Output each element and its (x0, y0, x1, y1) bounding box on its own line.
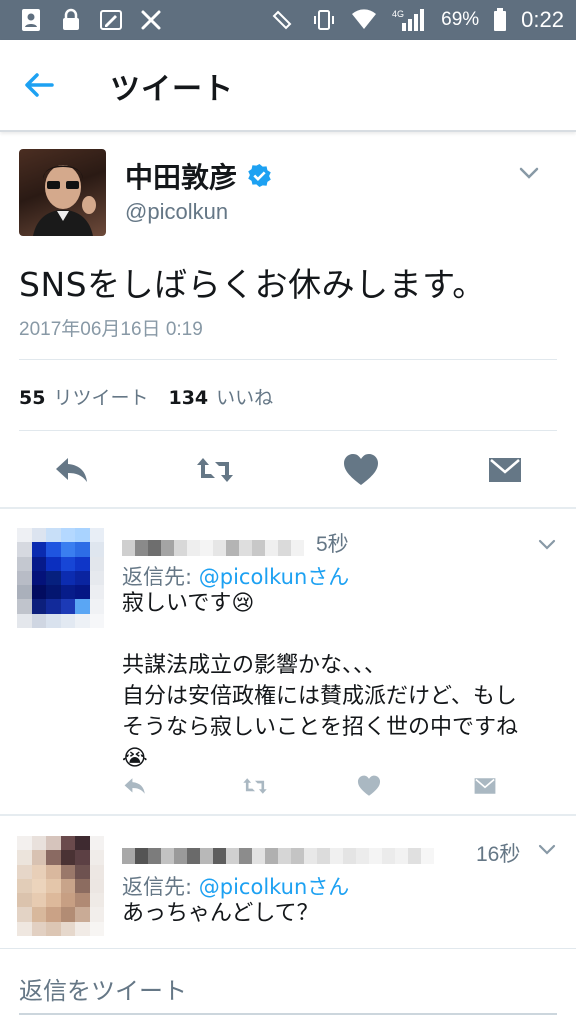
reply-text-line: あっちゃんどして？ (122, 901, 319, 926)
envelope-icon (489, 458, 521, 482)
reply-to-mention[interactable]: @picolkun (199, 875, 308, 899)
reply-avatar[interactable] (17, 836, 104, 936)
reply-to-prefix: 返信先: (122, 875, 199, 899)
reply-button[interactable] (52, 450, 92, 490)
reply-text-line: 😭 (122, 746, 148, 771)
reply-to-suffix: さん (307, 875, 350, 899)
reply-like-button[interactable] (356, 773, 382, 799)
reply-time: 5秒 (316, 533, 349, 556)
contact-card-icon (18, 7, 44, 33)
divider (19, 430, 557, 431)
nfc-icon (271, 7, 297, 33)
page-title: ツイート (110, 72, 234, 107)
reply-icon (124, 778, 145, 794)
wifi-icon (351, 7, 377, 33)
reply-menu-chevron-icon[interactable] (537, 535, 557, 555)
image-edit-icon (98, 7, 124, 33)
divider (19, 359, 557, 360)
reply-text-line (122, 619, 518, 650)
battery-percent: 69% (441, 9, 480, 30)
retweet-icon (243, 778, 267, 794)
reply-retweet-button[interactable] (242, 773, 268, 799)
tweet-stats: 55 リツイート 134 いいね (19, 383, 293, 410)
reply-compose-input[interactable] (19, 969, 557, 1015)
reply-reply-button[interactable] (122, 773, 148, 799)
envelope-icon (474, 778, 496, 794)
retweet-count[interactable]: 55 (19, 387, 45, 409)
battery-icon (493, 7, 507, 33)
author-name[interactable]: 中田敦彦 (125, 156, 237, 196)
reply-author-name-pixelated[interactable] (122, 540, 304, 556)
heart-icon (344, 454, 378, 485)
tweet-text: SNSをしばらくお休みします。 (19, 265, 486, 304)
retweet-icon (197, 458, 233, 482)
tweet-menu-chevron-icon[interactable] (518, 162, 540, 184)
status-clock: 0:22 (521, 7, 564, 32)
status-bar: 4G 69% 0:22 (0, 0, 576, 40)
vibrate-icon (311, 7, 337, 33)
reply-text: あっちゃんどして？ (122, 898, 319, 929)
divider (0, 814, 576, 816)
lock-icon (58, 7, 84, 33)
reply-to-suffix: さん (307, 565, 350, 589)
reply-to-line: 返信先: @picolkunさん (122, 561, 349, 591)
reply-text-line: 自分は安倍政権には賛成派だけど、もし (122, 684, 517, 709)
direct-message-button[interactable] (485, 450, 525, 490)
reply-author-name-pixelated[interactable] (122, 848, 434, 864)
retweet-button[interactable] (195, 450, 235, 490)
heart-icon (357, 775, 381, 796)
app-header: ツイート (0, 40, 576, 132)
reply-to-prefix: 返信先: (122, 565, 199, 589)
reply-text-line: そうなら寂しいことを招く世の中ですね (122, 715, 519, 740)
reply-icon (56, 458, 87, 482)
svg-text:4G: 4G (392, 9, 404, 19)
reply-avatar[interactable] (17, 528, 104, 628)
reply-dm-button[interactable] (472, 773, 498, 799)
reply-time: 16秒 (476, 843, 521, 866)
reply-to-mention[interactable]: @picolkun (199, 565, 308, 589)
author-avatar[interactable] (19, 149, 106, 236)
tools-icon (138, 7, 164, 33)
author-handle[interactable]: @picolkun (125, 199, 228, 225)
like-label[interactable]: いいね (216, 383, 273, 410)
reply-text-line: 共謀法成立の影響かな、、、 (122, 653, 387, 678)
tweet-timestamp: 2017年06月16日 0:19 (19, 319, 203, 340)
reply-text: 寂しいです😢 共謀法成立の影響かな、、、 自分は安倍政権には賛成派だけど、もし … (122, 588, 518, 774)
reply-to-line: 返信先: @picolkunさん (122, 871, 349, 901)
reply-text-line: 寂しいです😢 (122, 591, 255, 616)
retweet-label[interactable]: リツイート (53, 383, 148, 410)
reply-menu-chevron-icon[interactable] (537, 840, 557, 860)
back-button[interactable] (22, 68, 56, 102)
signal-icon: 4G (391, 7, 427, 33)
divider (0, 507, 576, 509)
like-count[interactable]: 134 (168, 387, 208, 409)
like-button[interactable] (341, 450, 381, 490)
verified-badge-icon (247, 163, 272, 188)
back-arrow-icon (25, 73, 54, 97)
reply-compose-bar (0, 948, 576, 1025)
